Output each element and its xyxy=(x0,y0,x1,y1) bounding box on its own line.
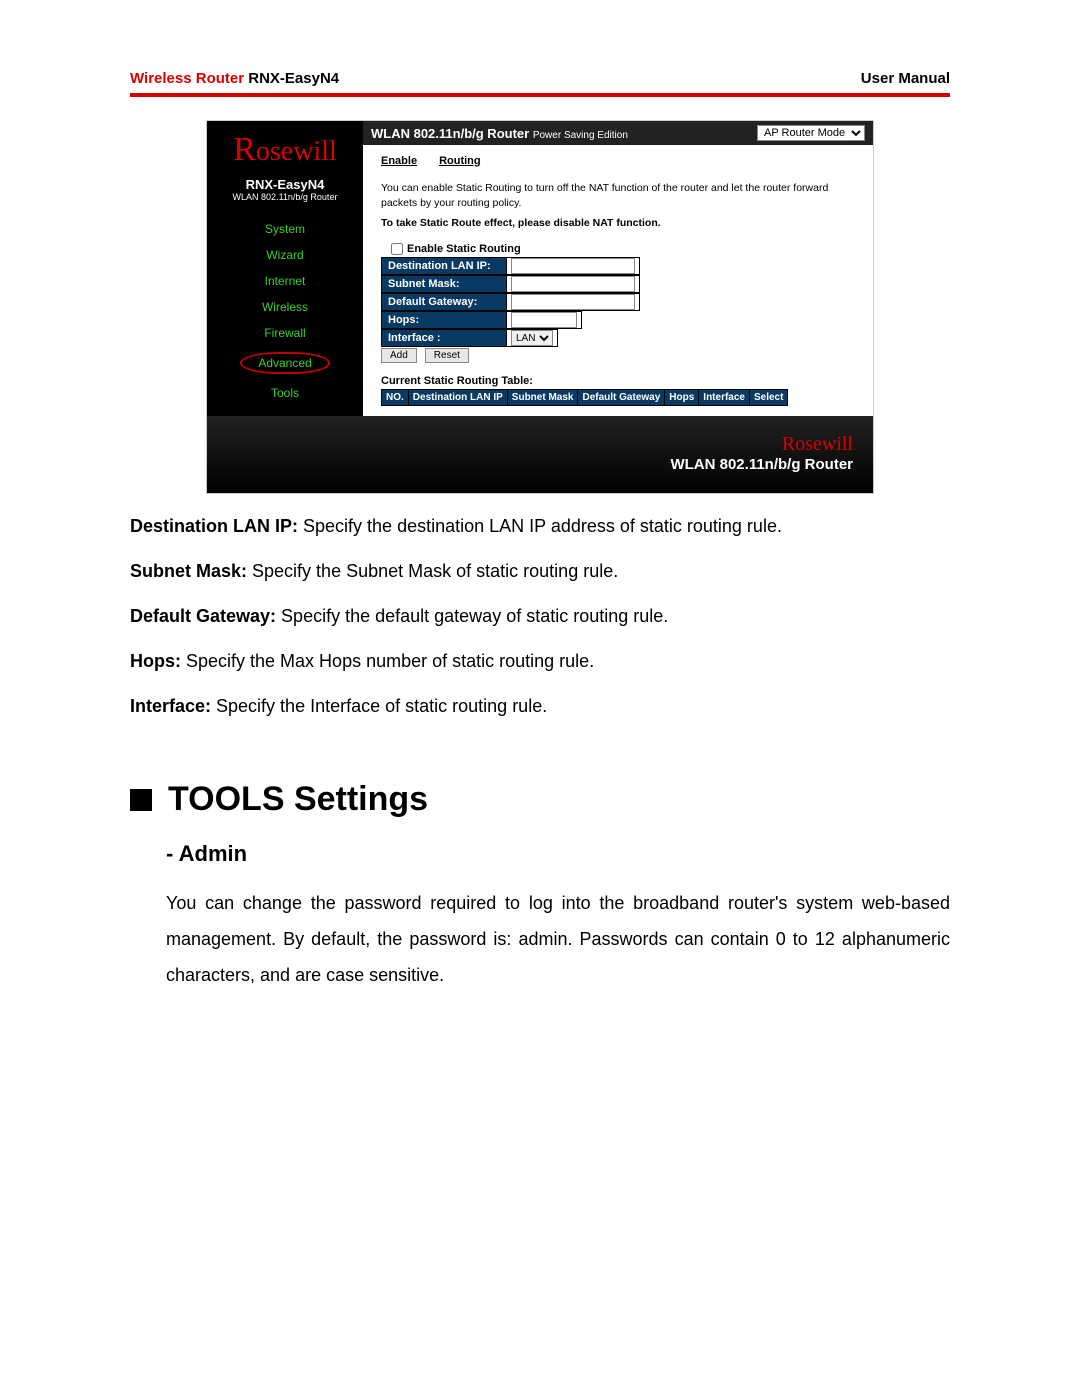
routing-table-title: Current Static Routing Table: xyxy=(363,367,873,389)
content-area: WLAN 802.11n/b/g Router Power Saving Edi… xyxy=(363,121,873,416)
sidebar-model: RNX-EasyN4 xyxy=(207,177,363,192)
titlebar: WLAN 802.11n/b/g Router Power Saving Edi… xyxy=(363,121,873,145)
tools-settings-title: TOOLS Settings xyxy=(168,780,428,819)
th-iface: Interface xyxy=(699,390,750,406)
router-footer: Rosewill WLAN 802.11n/b/g Router xyxy=(207,416,873,493)
nav-advanced[interactable]: Advanced xyxy=(207,346,363,380)
router-screenshot: Rosewill RNX-EasyN4 WLAN 802.11n/b/g Rou… xyxy=(207,121,873,493)
sidebar: Rosewill RNX-EasyN4 WLAN 802.11n/b/g Rou… xyxy=(207,121,363,416)
input-gateway[interactable] xyxy=(511,294,635,310)
select-interface[interactable]: LAN xyxy=(511,330,553,346)
enable-static-routing-checkbox[interactable] xyxy=(391,243,403,255)
form-area: Enable Static Routing Destination LAN IP… xyxy=(363,235,873,367)
square-bullet-icon xyxy=(130,789,152,811)
doc-header: Wireless Router RNX-EasyN4 User Manual xyxy=(130,70,950,93)
footer-text: WLAN 802.11n/b/g Router xyxy=(227,456,853,473)
note-line2: To take Static Route effect, please disa… xyxy=(381,216,855,231)
def-term-2: Default Gateway: xyxy=(130,606,276,626)
routing-note: You can enable Static Routing to turn of… xyxy=(363,167,873,235)
label-interface: Interface : xyxy=(381,329,507,347)
brand-label: Wireless Router xyxy=(130,70,244,87)
def-term-4: Interface: xyxy=(130,696,211,716)
footer-rosewill-logo: Rosewill xyxy=(227,434,853,454)
th-gateway: Default Gateway xyxy=(578,390,665,406)
th-hops: Hops xyxy=(665,390,699,406)
th-no: NO. xyxy=(382,390,409,406)
definitions-block: Destination LAN IP: Specify the destinat… xyxy=(130,513,950,720)
input-dest-ip[interactable] xyxy=(511,258,635,274)
th-subnet: Subnet Mask xyxy=(507,390,578,406)
label-gateway: Default Gateway: xyxy=(381,293,507,311)
def-text-2: Specify the default gateway of static ro… xyxy=(276,606,668,626)
titlebar-title: WLAN 802.11n/b/g Router xyxy=(371,126,529,141)
doc-header-left: Wireless Router RNX-EasyN4 xyxy=(130,70,339,87)
def-text-1: Specify the Subnet Mask of static routin… xyxy=(247,561,618,581)
sidebar-model-sub: WLAN 802.11n/b/g Router xyxy=(207,192,363,202)
doc-header-right: User Manual xyxy=(861,70,950,87)
def-term-3: Hops: xyxy=(130,651,181,671)
def-text-3: Specify the Max Hops number of static ro… xyxy=(181,651,594,671)
def-text-4: Specify the Interface of static routing … xyxy=(211,696,547,716)
input-subnet[interactable] xyxy=(511,276,635,292)
tab-row: Enable Routing xyxy=(363,145,873,167)
nav-firewall[interactable]: Firewall xyxy=(207,320,363,346)
tab-enable[interactable]: Enable xyxy=(381,155,417,167)
nav-internet[interactable]: Internet xyxy=(207,268,363,294)
nav-wireless[interactable]: Wireless xyxy=(207,294,363,320)
label-subnet: Subnet Mask: xyxy=(381,275,507,293)
rosewill-logo: Rosewill xyxy=(207,127,363,177)
nav-system[interactable]: System xyxy=(207,216,363,242)
admin-paragraph: You can change the password required to … xyxy=(166,885,950,993)
def-term-1: Subnet Mask: xyxy=(130,561,247,581)
add-button[interactable]: Add xyxy=(381,348,417,363)
nav-wizard[interactable]: Wizard xyxy=(207,242,363,268)
input-hops[interactable] xyxy=(511,312,577,328)
tab-routing[interactable]: Routing xyxy=(439,155,481,167)
admin-subheading: - Admin xyxy=(166,841,950,867)
enable-static-routing-label: Enable Static Routing xyxy=(407,243,521,255)
note-line1: You can enable Static Routing to turn of… xyxy=(381,181,855,210)
th-destip: Destination LAN IP xyxy=(408,390,507,406)
label-hops: Hops: xyxy=(381,311,507,329)
mode-select[interactable]: AP Router Mode xyxy=(757,125,865,141)
header-divider xyxy=(130,93,950,97)
label-dest-ip: Destination LAN IP: xyxy=(381,257,507,275)
model-label: RNX-EasyN4 xyxy=(248,70,339,87)
nav-tools[interactable]: Tools xyxy=(207,380,363,406)
th-select: Select xyxy=(749,390,787,406)
routing-table: NO. Destination LAN IP Subnet Mask Defau… xyxy=(381,389,788,406)
def-term-0: Destination LAN IP: xyxy=(130,516,298,536)
tools-settings-heading: TOOLS Settings xyxy=(130,780,950,819)
reset-button[interactable]: Reset xyxy=(425,348,469,363)
def-text-0: Specify the destination LAN IP address o… xyxy=(298,516,782,536)
titlebar-subtitle: Power Saving Edition xyxy=(533,130,628,141)
